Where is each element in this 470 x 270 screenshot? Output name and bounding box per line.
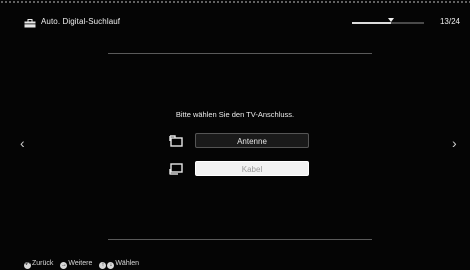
progress-fill: [352, 22, 391, 24]
top-decoration: [0, 0, 470, 5]
progress-marker: [387, 18, 394, 22]
option-kabel-button[interactable]: Kabel: [195, 161, 309, 176]
hint-select-label: Wählen: [115, 260, 140, 267]
hint-back-label: Zurück: [32, 260, 54, 267]
hint-back[interactable]: ↶ Zurück: [24, 260, 53, 269]
down-arrow-button-icon: ↓: [107, 262, 115, 269]
antenna-input-icon: [169, 135, 183, 147]
instruction-text: Bitte wählen Sie den TV-Anschluss.: [175, 110, 295, 119]
toolbox-icon: [24, 19, 36, 28]
option-kabel[interactable]: Kabel: [0, 161, 470, 177]
cable-input-icon: [169, 163, 183, 175]
hint-next-label: Weitere: [68, 260, 93, 267]
step-counter: 13/24: [439, 17, 460, 26]
divider-top: [108, 53, 372, 54]
wizard-progress-bar: [352, 18, 424, 24]
option-antenne-button[interactable]: Antenne: [195, 133, 309, 148]
divider-bottom: [108, 239, 372, 240]
back-button-icon: ↶: [24, 262, 31, 269]
button-hints: ↶ Zurück → Weitere ↑ ↓ Wählen: [24, 260, 144, 270]
right-arrow-button-icon: →: [60, 262, 68, 269]
hint-select[interactable]: ↑ ↓ Wählen: [99, 260, 139, 269]
option-antenne[interactable]: Antenne: [0, 133, 470, 149]
page-title: Auto. Digital-Suchlauf: [41, 17, 121, 26]
header-bar: Auto. Digital-Suchlauf 13/24: [0, 16, 470, 32]
up-arrow-button-icon: ↑: [99, 262, 107, 269]
hint-next[interactable]: → Weitere: [60, 260, 92, 269]
